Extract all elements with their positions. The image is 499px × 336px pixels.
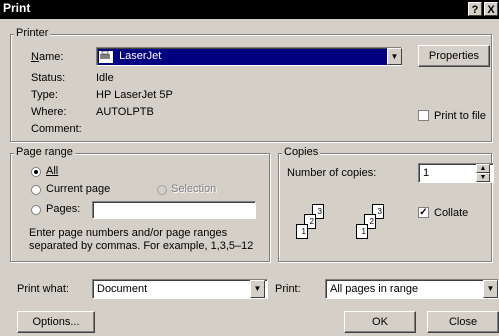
page-range-hint-line1: Enter page numbers and/or page ranges — [29, 227, 228, 239]
pages-radio[interactable] — [31, 205, 41, 215]
print-what-label: Print what: — [17, 283, 69, 295]
print-to-file-checkbox[interactable] — [418, 110, 429, 121]
help-button[interactable]: ? — [468, 2, 482, 16]
title-bar: Print ? X — [0, 0, 499, 19]
pages-label: Pages: — [46, 203, 81, 215]
all-label: All — [46, 165, 59, 177]
collate-checkbox[interactable]: ✓ — [418, 207, 429, 218]
pages-input[interactable] — [92, 201, 256, 219]
printer-name-value: LaserJet — [119, 50, 162, 62]
spin-up-icon[interactable]: ▲ — [476, 164, 490, 173]
page-stack-icon: 1 — [356, 224, 368, 239]
number-of-copies-label: Number of copies: — [287, 167, 377, 179]
print-what-dropdown[interactable]: Document — [92, 279, 268, 299]
page-range-hint-line2: separated by commas. For example, 1,3,5–… — [29, 240, 254, 252]
chevron-down-icon[interactable]: ▼ — [250, 280, 265, 298]
close-button[interactable]: Close — [427, 311, 499, 333]
spin-down-icon[interactable]: ▼ — [476, 173, 490, 182]
chevron-down-icon[interactable]: ▼ — [483, 280, 498, 298]
current-page-radio[interactable] — [31, 185, 41, 195]
type-label: Type: — [31, 89, 58, 101]
all-radio[interactable] — [31, 167, 41, 177]
printer-icon — [99, 51, 113, 63]
where-value: AUTOLPTB — [96, 106, 154, 118]
selection-label: Selection — [171, 183, 217, 195]
close-window-button[interactable]: X — [484, 2, 498, 16]
copies-group-label: Copies — [282, 146, 321, 158]
page-range-group-label: Page range — [14, 146, 75, 158]
chevron-down-icon[interactable]: ▼ — [387, 48, 402, 65]
type-value: HP LaserJet 5P — [96, 89, 173, 101]
status-value: Idle — [96, 72, 114, 84]
print-label: Print: — [275, 283, 301, 295]
status-label: Status: — [31, 72, 66, 84]
ok-button[interactable]: OK — [344, 311, 416, 333]
printer-group-label: Printer — [14, 27, 51, 39]
selection-radio[interactable] — [157, 185, 167, 195]
where-label: Where: — [31, 106, 67, 118]
properties-button[interactable]: Properties — [418, 45, 490, 67]
current-page-label: Current page — [46, 183, 111, 195]
print-dropdown[interactable]: All pages in range — [325, 279, 499, 299]
collate-label: Collate — [434, 207, 469, 219]
comment-label: Comment: — [31, 123, 82, 135]
options-button[interactable]: Options... — [17, 311, 95, 333]
window-title: Print — [3, 1, 31, 15]
printer-name-dropdown[interactable]: LaserJet — [96, 47, 402, 66]
name-label: Name: — [31, 51, 64, 63]
print-to-file-label: Print to file — [434, 110, 486, 122]
page-stack-icon: 1 — [296, 224, 308, 239]
